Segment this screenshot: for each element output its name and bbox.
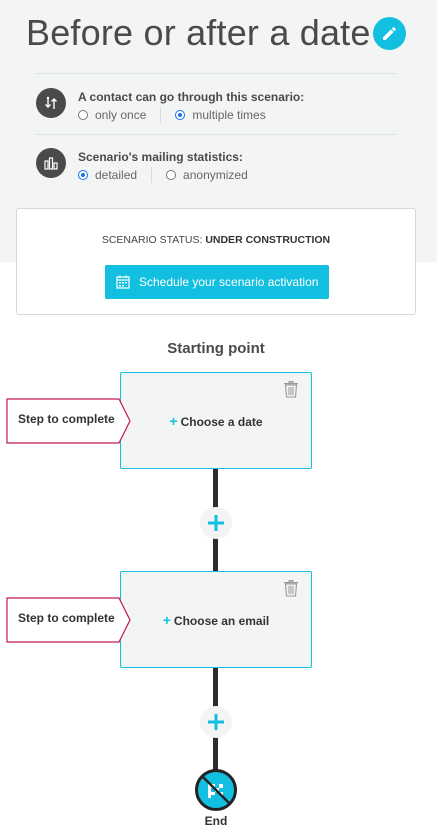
schedule-activation-label: Schedule your scenario activation	[139, 275, 319, 289]
trash-icon[interactable]	[283, 381, 299, 403]
step-tag-label: Step to complete	[18, 611, 115, 625]
radio-multiple-times[interactable]	[175, 110, 186, 120]
frequency-radio-group: only once multiple times	[78, 107, 266, 123]
plus-icon	[208, 714, 224, 730]
statistics-title: Scenario's mailing statistics:	[78, 150, 243, 164]
radio-separator	[151, 167, 153, 183]
radio-anonymized[interactable]	[166, 170, 177, 180]
statistics-radio-group: detailed anonymized	[78, 167, 248, 183]
trash-icon[interactable]	[283, 580, 299, 602]
frequency-title: A contact can go through this scenario:	[78, 90, 305, 104]
pencil-icon	[383, 27, 396, 40]
schedule-activation-button[interactable]: Schedule your scenario activation	[105, 265, 329, 299]
bar-chart-icon	[36, 148, 66, 178]
step-action-label: Choose an email	[173, 614, 270, 628]
title-row: Before or after a date	[0, 10, 437, 58]
step-to-complete-tag: Step to complete	[6, 398, 131, 444]
starting-point-label: Starting point	[167, 340, 265, 357]
step-action-label: Choose a date	[180, 415, 263, 429]
plus-icon: +	[169, 413, 178, 429]
add-step-button[interactable]	[200, 706, 232, 738]
divider	[36, 73, 396, 74]
radio-only-once-label[interactable]: only once	[95, 108, 146, 122]
radio-separator	[160, 107, 162, 123]
add-step-button[interactable]	[200, 507, 232, 539]
radio-only-once[interactable]	[78, 110, 88, 120]
divider	[36, 134, 396, 135]
plus-icon: +	[162, 612, 171, 628]
end-node	[195, 769, 237, 811]
finish-flag-icon	[202, 776, 230, 804]
frequency-option: A contact can go through this scenario: …	[36, 88, 406, 138]
status-prefix: SCENARIO STATUS:	[101, 234, 203, 246]
radio-detailed[interactable]	[78, 170, 88, 180]
status-value: UNDER CONSTRUCTION	[205, 234, 331, 246]
step-choose-date[interactable]: + Choose a date	[120, 372, 312, 469]
step-choose-email[interactable]: + Choose an email	[120, 571, 312, 668]
scenario-status-card: SCENARIO STATUS: UNDER CONSTRUCTION Sche…	[16, 208, 416, 315]
edit-title-button[interactable]	[373, 17, 406, 50]
plus-icon	[208, 515, 224, 531]
radio-detailed-label[interactable]: detailed	[95, 168, 137, 182]
radio-anonymized-label[interactable]: anonymized	[183, 168, 248, 182]
scenario-status: SCENARIO STATUS: UNDER CONSTRUCTION	[17, 234, 415, 246]
page-title: Before or after a date	[26, 12, 371, 53]
sort-arrows-icon	[36, 88, 66, 118]
step-tag-label: Step to complete	[18, 412, 115, 426]
step-to-complete-tag: Step to complete	[6, 597, 131, 643]
step-action[interactable]: + Choose a date	[121, 413, 311, 429]
radio-multiple-times-label[interactable]: multiple times	[192, 108, 265, 122]
statistics-option: Scenario's mailing statistics: detailed …	[36, 148, 406, 198]
step-action[interactable]: + Choose an email	[121, 612, 311, 628]
end-label: End	[204, 814, 228, 828]
calendar-icon	[116, 275, 130, 289]
